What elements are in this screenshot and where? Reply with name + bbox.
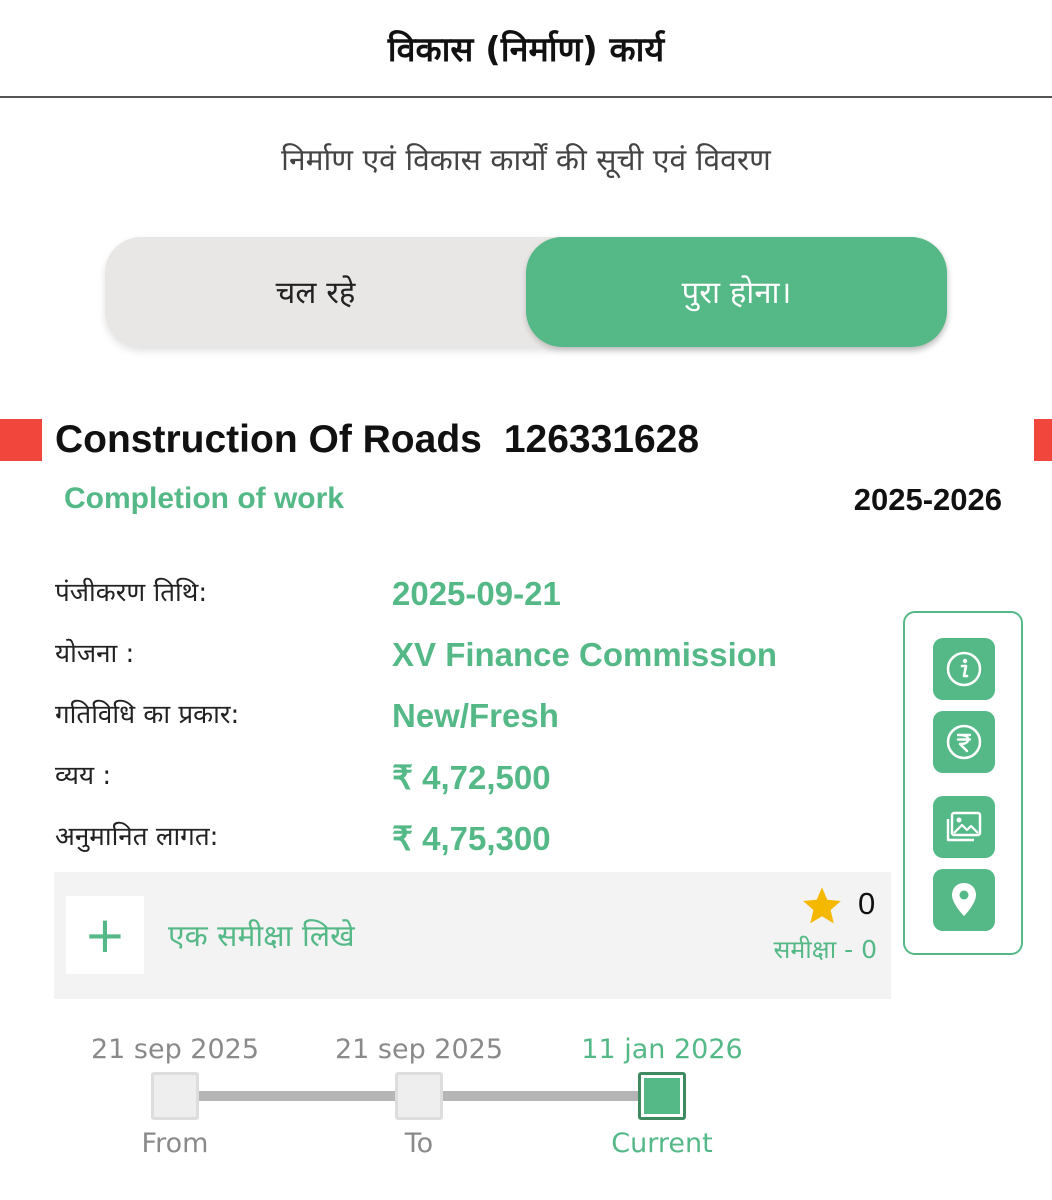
financial-year: 2025-2026 — [853, 482, 1002, 517]
detail-value: XV Finance Commission — [392, 636, 778, 673]
detail-label: योजना : — [55, 639, 135, 669]
timeline-node-to — [395, 1072, 443, 1120]
write-review-link[interactable]: एक समीक्षा लिखे — [168, 914, 355, 955]
timeline-connector — [441, 1091, 640, 1101]
detail-value: New/Fresh — [392, 697, 559, 734]
timeline-label-to: To — [404, 1128, 434, 1159]
work-id: 126331628 — [503, 418, 700, 461]
timeline-date-to: 21 sep 2025 — [334, 1034, 504, 1065]
detail-value: 2025-09-21 — [392, 575, 561, 612]
detail-label: व्यय : — [55, 761, 112, 791]
review-bar: + एक समीक्षा लिखे 0 समीक्षा - 0 — [54, 872, 891, 999]
timeline-label-current: Current — [611, 1128, 713, 1159]
timeline-date-from: 21 sep 2025 — [90, 1034, 260, 1065]
timeline-connector — [198, 1091, 397, 1101]
app-screen: विकास (निर्माण) कार्य निर्माण एवं विकास … — [0, 0, 1052, 1200]
detail-row-estimated-cost: अनुमानित लागत: ₹ 4,75,300 — [55, 817, 815, 865]
location-pin-icon — [952, 883, 976, 916]
location-button[interactable] — [933, 869, 995, 931]
page-subtitle: निर्माण एवं विकास कार्यों की सूची एवं वि… — [281, 143, 771, 178]
action-panel — [903, 611, 1023, 955]
detail-label: पंजीकरण तिथि: — [55, 578, 208, 608]
tab-completed[interactable]: पुरा होना। — [526, 237, 947, 347]
tab-ongoing[interactable]: चल रहे — [105, 237, 526, 347]
detail-value: ₹ 4,75,300 — [392, 820, 551, 857]
rating-value: 0 — [858, 886, 876, 921]
timeline-label-from: From — [141, 1128, 209, 1159]
work-name: Construction Of Roads — [55, 418, 482, 461]
timeline-node-from — [151, 1072, 199, 1120]
detail-row-activity-type: गतिविधि का प्रकार: New/Fresh — [55, 695, 815, 743]
page-title: विकास (निर्माण) कार्य — [387, 30, 665, 70]
gallery-icon — [946, 811, 982, 842]
timeline-date-current: 11 jan 2026 — [581, 1034, 743, 1065]
review-count: समीक्षा - 0 — [773, 935, 877, 964]
detail-row-expenditure: व्यय : ₹ 4,72,500 — [55, 756, 815, 804]
gallery-button[interactable] — [933, 796, 995, 858]
work-title: Construction Of Roads 126331628 — [55, 418, 699, 470]
status-tabs: चल रहे पुरा होना। — [105, 237, 947, 347]
card-marker-right — [1034, 419, 1052, 461]
star-icon — [803, 887, 841, 924]
timeline-node-current — [638, 1072, 686, 1120]
add-review-button[interactable]: + — [66, 896, 144, 974]
payment-button[interactable] — [933, 711, 995, 773]
info-button[interactable] — [933, 638, 995, 700]
rupee-icon — [946, 724, 982, 760]
app-header: विकास (निर्माण) कार्य — [0, 0, 1052, 98]
detail-label: गतिविधि का प्रकार: — [55, 700, 240, 730]
detail-row-scheme: योजना : XV Finance Commission — [55, 634, 815, 682]
detail-row-registration-date: पंजीकरण तिथि: 2025-09-21 — [55, 573, 815, 621]
detail-label: अनुमानित लागत: — [55, 822, 219, 852]
detail-value: ₹ 4,72,500 — [392, 759, 551, 796]
card-marker-left — [0, 419, 42, 461]
work-status: Completion of work — [64, 482, 344, 515]
info-icon — [946, 651, 982, 687]
